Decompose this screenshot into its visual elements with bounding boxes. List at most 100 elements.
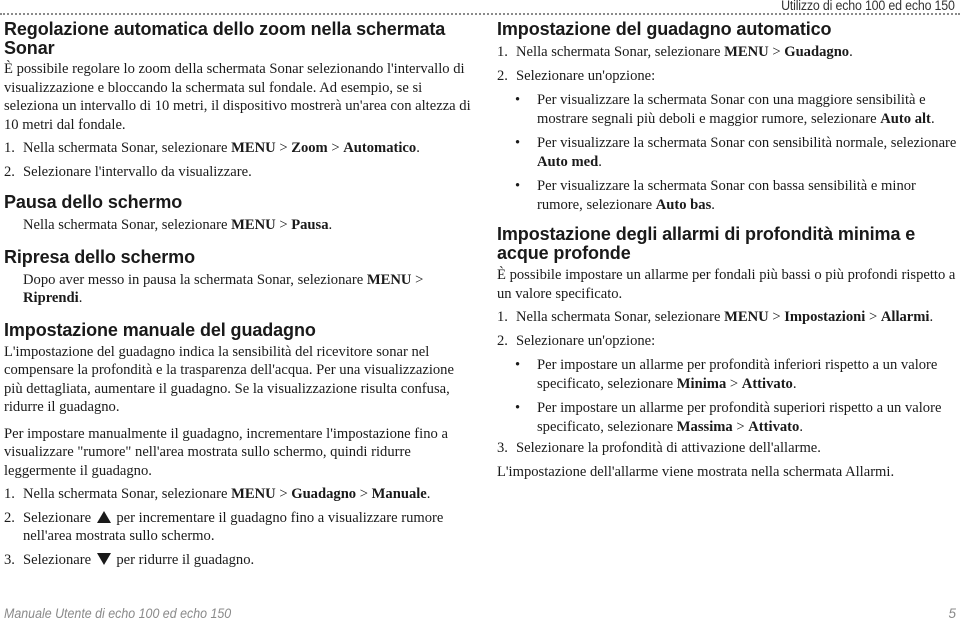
punctuation: .: [930, 110, 935, 127]
punctuation: .: [711, 196, 715, 213]
instruction-text: Dopo aver messo in pausa la schermata So…: [23, 271, 367, 288]
section-intro: È possibile impostare un allarme per fon…: [497, 267, 956, 302]
triangle-down-icon: [96, 553, 111, 566]
option-item: • Per impostare un allarme per profondità…: [497, 399, 959, 436]
step-item: 3. Selezionare per ridurre il guadagno.: [4, 551, 476, 570]
bullet: •: [515, 92, 521, 108]
bullet: •: [515, 400, 521, 416]
step-number: 2.: [497, 332, 508, 349]
option-value: Attivato: [741, 375, 793, 392]
step-text: Selezionare l'intervallo da visualizzare…: [23, 163, 252, 180]
section-title: Impostazione degli allarmi di profondità…: [497, 224, 916, 263]
section-resume: Ripresa dello schermo Dopo aver messo in…: [4, 246, 476, 308]
step-item: 1. Nella schermata Sonar, selezionare MEN…: [4, 485, 476, 504]
footer-manual-title: Manuale Utente di echo 100 ed echo 150: [4, 606, 232, 621]
option-value: Minima: [676, 375, 727, 392]
step-item: 2. Selezionare per incrementare il guadag…: [4, 509, 476, 546]
step-text: Selezionare un'opzione:: [516, 67, 656, 84]
step-item: 2. Selezionare un'opzione: • Per visualizz…: [497, 67, 959, 215]
left-column: Regolazione automatica dello zoom nella …: [4, 20, 476, 569]
options-list: • Per visualizzare la schermata Sonar con…: [497, 91, 959, 214]
menu-item-label: Zoom: [291, 140, 328, 156]
option-value: Auto alt: [880, 110, 931, 127]
triangle-up-icon: [96, 511, 111, 524]
step-number: 2.: [4, 163, 15, 180]
step-number: 1.: [4, 140, 15, 156]
step-text: Selezionare la profondità di attivazione…: [516, 440, 821, 456]
option-text: Per visualizzare la schermata Sonar con …: [537, 178, 916, 213]
menu-item-label: Automatico: [343, 140, 417, 156]
section-auto-gain: Impostazione del guadagno automatico 1. N…: [497, 20, 959, 214]
section-auto-zoom: Regolazione automatica dello zoom nella …: [4, 20, 476, 181]
option-item: • Per visualizzare la schermata Sonar con…: [497, 177, 959, 214]
section-intro: È possibile regolare lo zoom della scher…: [4, 61, 471, 133]
menu-item-label: Riprendi: [23, 290, 79, 306]
menu-item-label: Pausa: [291, 217, 329, 233]
steps-list: 1. Nella schermata Sonar, selezionare MEN…: [497, 308, 959, 458]
page-number: 5: [948, 606, 956, 621]
step-text: Nella schermata Sonar, selezionare: [516, 44, 725, 60]
section-title: Regolazione automatica dello zoom nella …: [4, 19, 446, 58]
menu-label: MENU: [724, 309, 769, 325]
menu-item-label: Manuale: [371, 486, 427, 502]
step-item: 1. Nella schermata Sonar, selezionare MEN…: [4, 139, 476, 158]
path-separator: >: [275, 217, 292, 233]
punctuation: .: [598, 153, 602, 170]
punctuation: .: [416, 140, 420, 156]
option-item: • Per impostare un allarme per profondità…: [497, 356, 959, 393]
bullet: •: [515, 178, 521, 194]
bullet: •: [515, 357, 521, 373]
punctuation: .: [929, 309, 934, 325]
option-item: • Per visualizzare la schermata Sonar con…: [497, 91, 959, 128]
step-text: Selezionare: [23, 509, 95, 526]
punctuation: .: [849, 44, 853, 60]
path-separator: >: [768, 44, 785, 60]
step-number: 1.: [497, 309, 508, 325]
step-number: 1.: [4, 486, 15, 502]
section-manual-gain: Impostazione manuale del guadagno L'impo…: [4, 319, 476, 570]
punctuation: .: [792, 375, 797, 392]
instruction-text: Nella schermata Sonar, selezionare: [23, 217, 232, 233]
path-separator: >: [768, 309, 785, 325]
option-text: Per visualizzare la schermata Sonar con …: [537, 135, 957, 151]
section-depth-alarms: Impostazione degli allarmi di profondità…: [497, 225, 959, 481]
steps-list: 1. Nella schermata Sonar, selezionare MEN…: [4, 139, 476, 181]
menu-label: MENU: [366, 271, 412, 288]
right-column: Impostazione del guadagno automatico 1. N…: [497, 20, 959, 481]
menu-item-label: Impostazioni: [784, 309, 866, 325]
section-title: Impostazione del guadagno automatico: [497, 19, 832, 39]
step-item: 1. Nella schermata Sonar, selezionare MEN…: [497, 308, 959, 327]
steps-list: 1. Nella schermata Sonar, selezionare MEN…: [497, 43, 959, 214]
step-item: 3. Selezionare la profondità di attivazio…: [497, 439, 959, 458]
menu-item-label: Guadagno: [291, 486, 357, 502]
section-title: Impostazione manuale del guadagno: [4, 319, 316, 340]
option-item: • Per visualizzare la schermata Sonar con…: [497, 134, 959, 171]
step-text: Nella schermata Sonar, selezionare: [516, 309, 725, 325]
step-text: Nella schermata Sonar, selezionare: [23, 140, 232, 156]
section-pause: Pausa dello schermo Nella schermata Sona…: [4, 193, 476, 235]
menu-item-label: Guadagno: [784, 44, 850, 60]
section-paragraph: L'impostazione del guadagno indica la se…: [4, 343, 454, 416]
step-number: 2.: [4, 509, 15, 526]
path-separator: >: [732, 418, 749, 435]
punctuation: .: [799, 418, 803, 435]
step-number: 2.: [497, 67, 508, 84]
option-value: Auto med: [537, 153, 599, 170]
path-separator: >: [865, 309, 881, 325]
step-number: 3.: [497, 440, 508, 456]
menu-label: MENU: [231, 217, 276, 233]
section-text: Nella schermata Sonar, selezionare MENU …: [4, 216, 476, 235]
header-divider: [0, 13, 960, 15]
section-title: Ripresa dello schermo: [4, 246, 195, 267]
path-separator: >: [356, 486, 372, 502]
menu-item-label: Allarmi: [880, 309, 930, 325]
steps-list: 1. Nella schermata Sonar, selezionare MEN…: [4, 485, 476, 569]
step-item: 1. Nella schermata Sonar, selezionare MEN…: [497, 43, 959, 62]
step-item: 2. Selezionare un'opzione: • Per impostare…: [497, 332, 959, 437]
section-outro: L'impostazione dell'allarme viene mostra…: [497, 463, 895, 480]
options-list: • Per impostare un allarme per profondità…: [497, 356, 959, 436]
step-item: 2. Selezionare l'intervallo da visualizza…: [4, 163, 476, 182]
bullet: •: [515, 135, 521, 151]
step-number: 1.: [497, 44, 508, 60]
menu-label: MENU: [724, 44, 769, 60]
